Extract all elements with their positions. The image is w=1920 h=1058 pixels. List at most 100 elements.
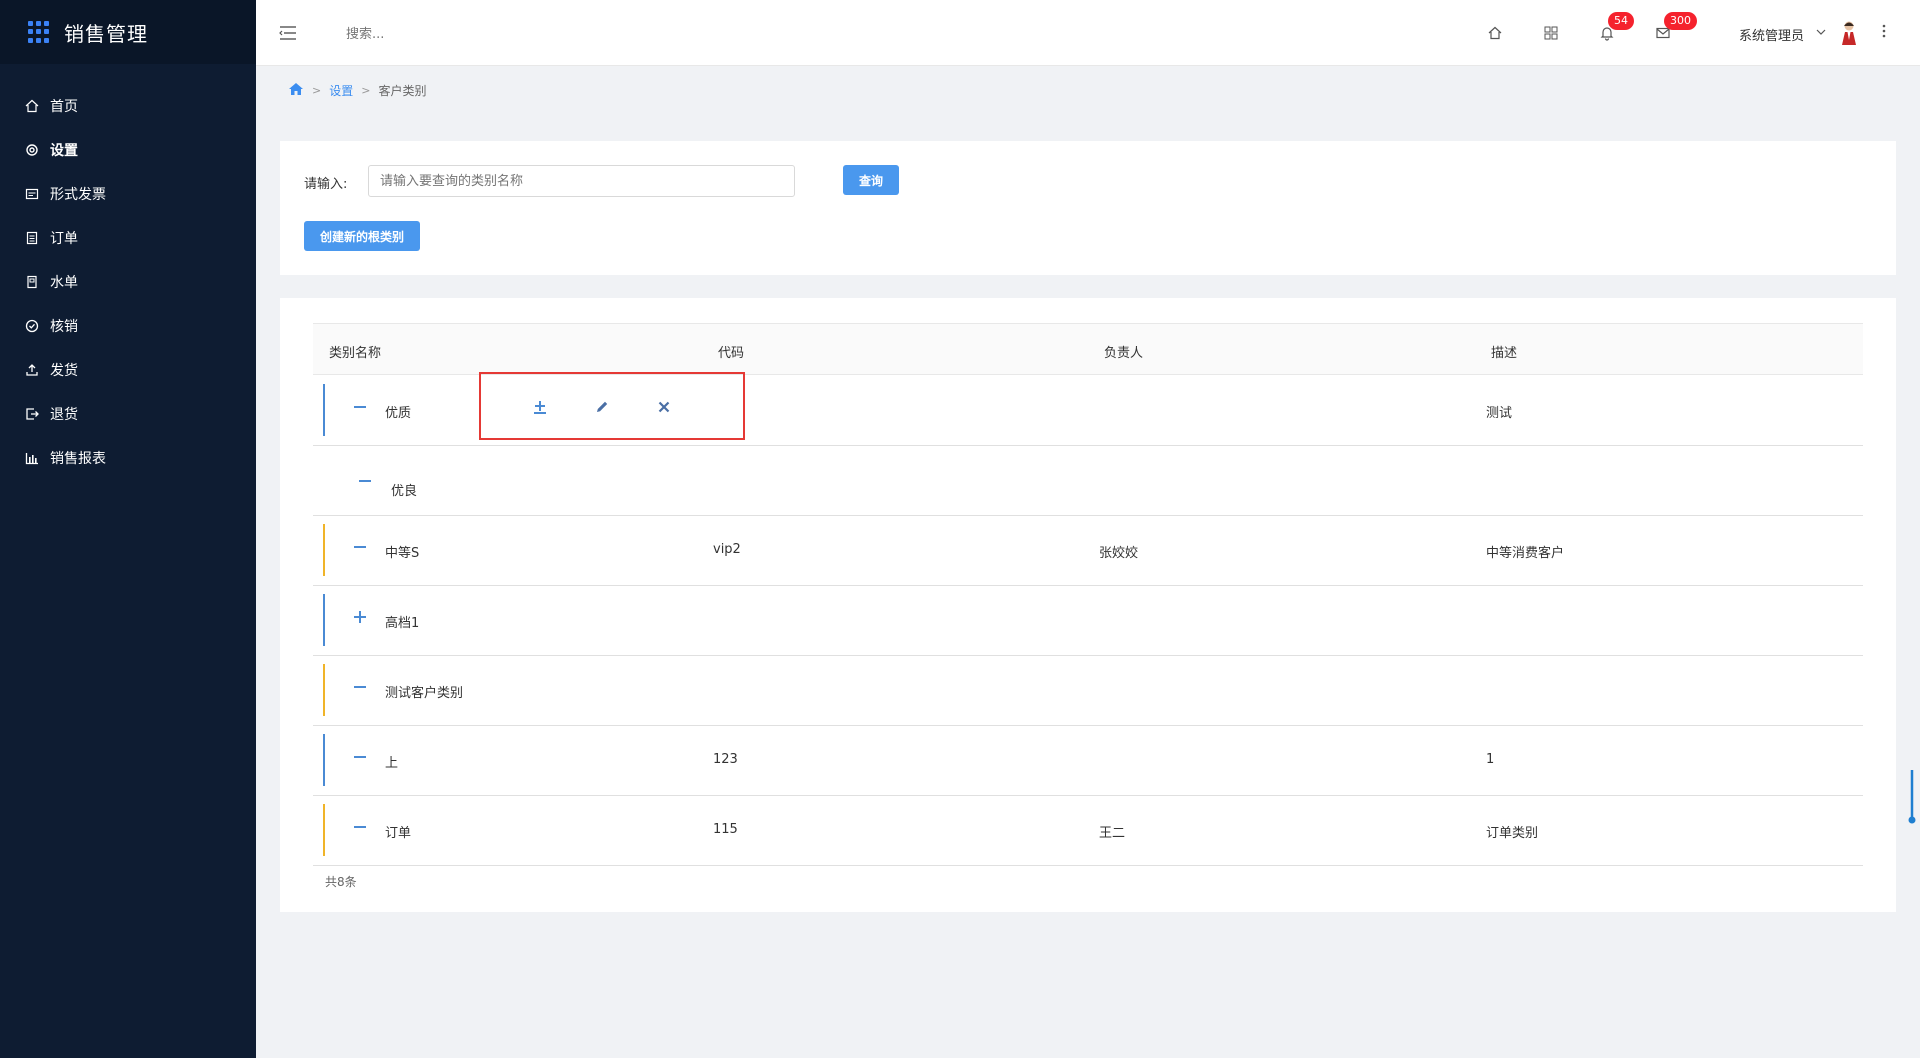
menu-toggle-icon[interactable] bbox=[278, 24, 298, 42]
apps-grid-icon bbox=[28, 21, 50, 43]
sidebar-item-label: 发货 bbox=[50, 363, 78, 379]
sidebar-menu: 首页 设置 形式发票 订单 水单 核销 发货 退货 销售报表 bbox=[0, 64, 256, 480]
sidebar-item-water-bill[interactable]: 水单 bbox=[0, 260, 256, 304]
row-code: 115 bbox=[713, 822, 738, 837]
sidebar-item-label: 形式发票 bbox=[50, 187, 106, 203]
sidebar-item-shipping[interactable]: 发货 bbox=[0, 348, 256, 392]
global-search-input[interactable] bbox=[346, 22, 546, 46]
sidebar-item-label: 核销 bbox=[50, 319, 78, 335]
category-search-input[interactable] bbox=[368, 165, 795, 197]
search-panel: 请输入: 查询 创建新的根类别 bbox=[280, 141, 1896, 275]
receipt-icon bbox=[24, 274, 40, 290]
sidebar-item-label: 首页 bbox=[50, 99, 78, 115]
row-owner: 王二 bbox=[1099, 826, 1126, 841]
user-name[interactable]: 系统管理员 bbox=[1739, 25, 1804, 44]
create-root-category-button[interactable]: 创建新的根类别 bbox=[304, 221, 420, 251]
sidebar-item-orders[interactable]: 订单 bbox=[0, 216, 256, 260]
row-level-bar bbox=[323, 734, 325, 786]
column-header-name: 类别名称 bbox=[329, 346, 382, 361]
sidebar-item-label: 销售报表 bbox=[50, 451, 106, 467]
collapse-toggle-icon[interactable] bbox=[353, 540, 367, 554]
chevron-down-icon[interactable] bbox=[1816, 26, 1826, 41]
messages-badge: 300 bbox=[1664, 12, 1697, 30]
row-name: 上 bbox=[385, 756, 399, 771]
close-icon[interactable] bbox=[656, 399, 672, 415]
table-row[interactable]: 上 123 1 bbox=[313, 726, 1863, 796]
row-level-bar bbox=[323, 524, 325, 576]
row-code: 123 bbox=[713, 752, 738, 767]
avatar[interactable] bbox=[1840, 20, 1858, 46]
clipboard-icon bbox=[24, 230, 40, 246]
top-header: 54 300 系统管理员 bbox=[256, 0, 1920, 66]
sidebar-item-home[interactable]: 首页 bbox=[0, 84, 256, 128]
collapse-toggle-icon[interactable] bbox=[353, 680, 367, 694]
notifications-badge: 54 bbox=[1608, 12, 1634, 30]
row-level-bar bbox=[323, 804, 325, 856]
collapse-toggle-icon[interactable] bbox=[353, 400, 367, 414]
breadcrumb-separator: > bbox=[312, 84, 322, 97]
mail-icon[interactable]: 300 bbox=[1652, 12, 1697, 44]
edit-icon[interactable] bbox=[594, 399, 610, 415]
table-row[interactable]: 测试客户类别 bbox=[313, 656, 1863, 726]
row-owner: 张姣姣 bbox=[1099, 546, 1139, 561]
search-label: 请输入: bbox=[304, 177, 348, 192]
breadcrumb: > 设置 > 客户类别 bbox=[288, 82, 426, 99]
sidebar-item-verification[interactable]: 核销 bbox=[0, 304, 256, 348]
row-name: 高档1 bbox=[385, 616, 420, 631]
brand: 销售管理 bbox=[0, 0, 256, 64]
upload-icon bbox=[24, 362, 40, 378]
scrollbar[interactable] bbox=[1908, 768, 1916, 826]
column-header-owner: 负责人 bbox=[1104, 346, 1144, 361]
sidebar-item-proforma-invoice[interactable]: 形式发票 bbox=[0, 172, 256, 216]
collapse-toggle-icon[interactable] bbox=[353, 750, 367, 764]
expand-toggle-icon[interactable] bbox=[353, 610, 367, 624]
row-level-bar bbox=[323, 664, 325, 716]
row-level-bar bbox=[323, 594, 325, 646]
home-icon[interactable] bbox=[1484, 22, 1506, 44]
bell-icon[interactable]: 54 bbox=[1596, 12, 1634, 44]
sidebar-item-settings[interactable]: 设置 bbox=[0, 128, 256, 172]
sidebar: 销售管理 首页 设置 形式发票 订单 水单 核销 发货 退货 销售报表 bbox=[0, 0, 256, 1058]
column-header-code: 代码 bbox=[718, 346, 745, 361]
add-child-icon[interactable] bbox=[532, 399, 548, 415]
table-row[interactable]: 优良 bbox=[313, 446, 1863, 516]
row-name: 优良 bbox=[391, 484, 418, 499]
return-icon bbox=[24, 406, 40, 422]
row-code: vip2 bbox=[713, 542, 741, 557]
row-name: 优质 bbox=[385, 406, 412, 421]
table-row[interactable]: 订单 115 王二 订单类别 bbox=[313, 796, 1863, 866]
row-name: 中等S bbox=[385, 546, 420, 561]
row-name: 订单 bbox=[385, 826, 412, 841]
row-level-bar bbox=[323, 384, 325, 436]
table-row[interactable]: 高档1 bbox=[313, 586, 1863, 656]
gear-icon bbox=[24, 142, 40, 158]
row-desc: 中等消费客户 bbox=[1486, 546, 1565, 561]
sidebar-item-returns[interactable]: 退货 bbox=[0, 392, 256, 436]
sidebar-item-label: 订单 bbox=[50, 231, 78, 247]
row-desc: 1 bbox=[1486, 752, 1495, 767]
bar-chart-icon bbox=[24, 450, 40, 466]
breadcrumb-home-icon[interactable] bbox=[288, 82, 304, 99]
check-circle-icon bbox=[24, 318, 40, 334]
table-total: 共8条 bbox=[325, 875, 357, 889]
table-header: 类别名称 代码 负责人 描述 bbox=[313, 323, 1863, 375]
breadcrumb-settings[interactable]: 设置 bbox=[329, 82, 353, 99]
breadcrumb-separator: > bbox=[361, 84, 371, 97]
invoice-icon bbox=[24, 186, 40, 202]
column-header-desc: 描述 bbox=[1491, 346, 1518, 361]
breadcrumb-current: 客户类别 bbox=[378, 84, 427, 98]
apps-icon[interactable] bbox=[1540, 22, 1562, 44]
more-vertical-icon[interactable] bbox=[1881, 22, 1887, 44]
sidebar-item-label: 水单 bbox=[50, 275, 78, 291]
collapse-toggle-icon[interactable] bbox=[358, 474, 372, 488]
row-desc: 订单类别 bbox=[1486, 826, 1539, 841]
row-actions-highlight bbox=[479, 372, 745, 440]
table-row[interactable]: 中等S vip2 张姣姣 中等消费客户 bbox=[313, 516, 1863, 586]
row-name: 测试客户类别 bbox=[385, 686, 464, 701]
sidebar-item-label: 退货 bbox=[50, 407, 78, 423]
sidebar-item-label: 设置 bbox=[50, 143, 78, 159]
collapse-toggle-icon[interactable] bbox=[353, 820, 367, 834]
sidebar-item-sales-report[interactable]: 销售报表 bbox=[0, 436, 256, 480]
query-button[interactable]: 查询 bbox=[843, 165, 899, 195]
app-title: 销售管理 bbox=[64, 21, 148, 46]
